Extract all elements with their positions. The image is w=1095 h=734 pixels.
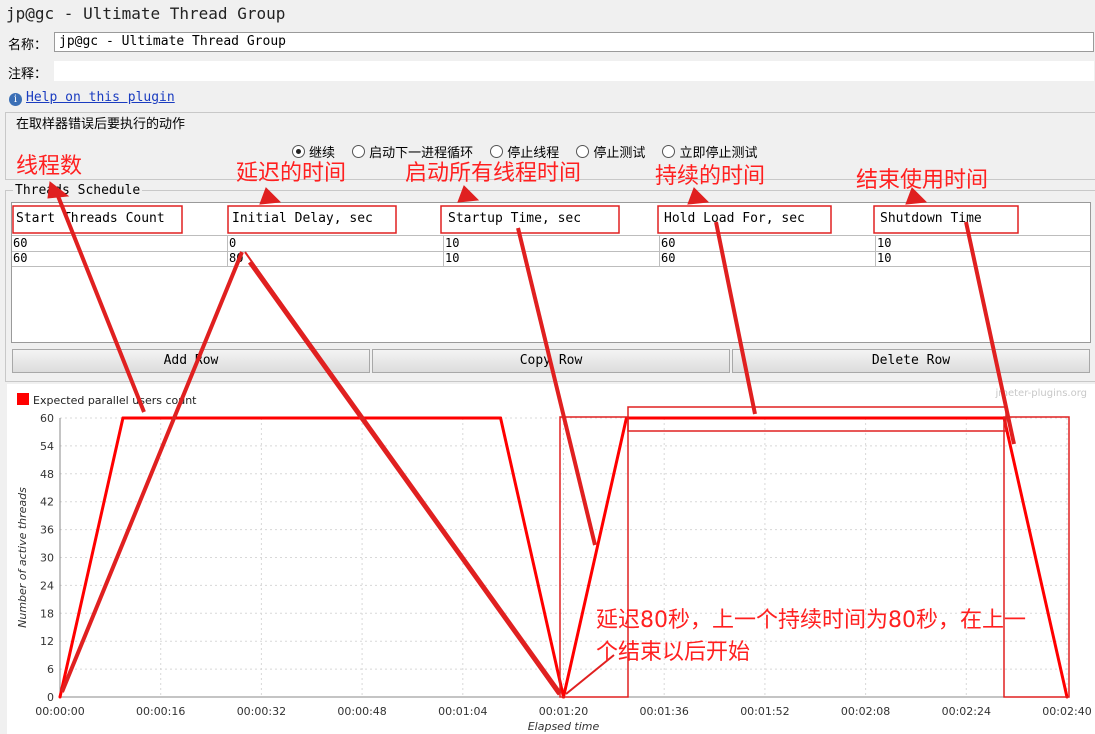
annotation-box [227,205,397,234]
annotation-arrow [516,227,597,546]
annotation-arrow [247,260,563,696]
annotation-delay: 延迟的时间 [236,161,347,186]
annotation-note-line1: 延迟80秒，上一个持续时间为80秒，在上一 [596,608,1026,633]
annotation-startup: 启动所有线程时间 [405,161,582,186]
annotation-box [1003,416,1070,698]
annotation-box [627,406,1007,432]
arrow-head [259,187,282,205]
arrow-head [457,185,480,203]
annotation-box [657,205,832,234]
arrow-head [687,187,710,205]
annotation-arrow [714,221,757,415]
annotation-hold: 持续的时间 [655,164,766,189]
annotation-threads: 线程数 [16,154,83,179]
annotation-box [12,205,183,234]
annotation-box [440,205,620,234]
annotation-arrow [60,251,244,693]
annotation-arrow [56,195,146,413]
annotation-arrow [964,221,1016,445]
annotation-shutdown: 结束使用时间 [856,168,989,193]
annotation-box [873,205,1019,234]
arrow-head [47,181,70,199]
annotation-note-line2: 个结束以后开始 [596,640,751,665]
